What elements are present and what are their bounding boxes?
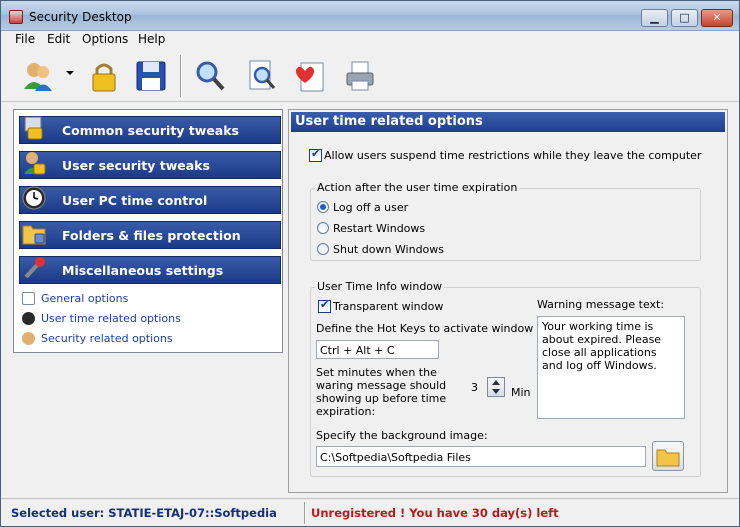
- app-icon: [9, 10, 23, 24]
- radio-log-off[interactable]: [317, 201, 329, 213]
- user-lock-icon: [22, 150, 46, 176]
- minutes-unit: Min: [511, 386, 531, 399]
- options-panel: User time related options Allow users su…: [288, 109, 728, 493]
- browse-button[interactable]: [652, 441, 684, 471]
- heart-document-icon[interactable]: [293, 59, 327, 93]
- folder-icon: [656, 449, 680, 467]
- page-title: User time related options: [295, 114, 483, 129]
- lock-icon[interactable]: [87, 59, 121, 93]
- minutes-stepper[interactable]: [487, 377, 505, 397]
- minutes-value[interactable]: 3: [471, 381, 478, 394]
- lock-icon: [22, 115, 46, 141]
- users-icon[interactable]: [21, 59, 55, 93]
- clock-icon: [22, 185, 46, 211]
- info-window-group: User Time Info window Transparent window…: [310, 280, 701, 477]
- window-title: Security Desktop: [29, 10, 132, 24]
- sidebar-category-user-security[interactable]: User security tweaks: [19, 151, 281, 179]
- status-separator: [304, 502, 306, 524]
- menu-edit[interactable]: Edit: [47, 32, 70, 46]
- users-icon: [22, 332, 35, 345]
- radio-log-off-label: Log off a user: [333, 201, 409, 214]
- sidebar-category-misc[interactable]: Miscellaneous settings: [19, 256, 281, 284]
- chevron-down-icon[interactable]: [66, 71, 74, 75]
- search-document-icon[interactable]: [245, 59, 279, 93]
- allow-suspend-checkbox[interactable]: [309, 147, 322, 162]
- radio-shutdown-label: Shut down Windows: [333, 243, 445, 256]
- wrench-icon: [22, 255, 46, 281]
- search-icon[interactable]: [193, 59, 227, 93]
- warning-textarea[interactable]: Your working time is about expired. Plea…: [537, 316, 685, 419]
- sidebar-category-folders-files[interactable]: Folders & files protection: [19, 221, 281, 249]
- hotkeys-input[interactable]: Ctrl + Alt + C: [316, 340, 439, 359]
- warning-label: Warning message text:: [537, 298, 665, 311]
- app-window: Security Desktop ▁ □ ✕ File Edit Options…: [0, 0, 740, 527]
- radio-shutdown[interactable]: [317, 243, 329, 255]
- title-bar: Security Desktop ▁ □ ✕: [1, 1, 739, 31]
- transparent-label: Transparent window: [333, 300, 444, 313]
- clock-icon: [22, 312, 35, 325]
- close-button[interactable]: ✕: [701, 9, 733, 27]
- allow-suspend-label: Allow users suspend time restrictions wh…: [324, 149, 702, 162]
- transparent-checkbox[interactable]: [318, 298, 331, 313]
- print-icon[interactable]: [343, 59, 377, 93]
- maximize-button[interactable]: □: [671, 9, 698, 27]
- save-icon[interactable]: [134, 59, 168, 93]
- menu-bar: File Edit Options Help: [1, 31, 739, 49]
- radio-restart-label: Restart Windows: [333, 222, 426, 235]
- minimize-button[interactable]: ▁: [641, 9, 668, 27]
- document-icon: [22, 292, 35, 305]
- selected-user-status: Selected user: STATIE-ETAJ-07::Softpedia: [11, 506, 277, 520]
- hotkeys-label: Define the Hot Keys to activate window: [316, 322, 534, 335]
- action-group: Action after the user time expiration Lo…: [310, 181, 701, 261]
- toolbar-separator: [180, 55, 182, 97]
- status-bar: Selected user: STATIE-ETAJ-07::Softpedia…: [1, 498, 739, 526]
- minutes-label-line2: waring message should: [316, 379, 447, 392]
- bg-image-input[interactable]: C:\Softpedia\Softpedia Files: [316, 446, 646, 467]
- radio-restart[interactable]: [317, 222, 329, 234]
- bg-image-label: Specify the background image:: [316, 429, 488, 442]
- info-group-title: User Time Info window: [315, 280, 445, 293]
- action-group-title: Action after the user time expiration: [315, 181, 520, 194]
- sidebar-category-pc-time[interactable]: User PC time control: [19, 186, 281, 214]
- folder-lock-icon: [22, 220, 46, 246]
- panel-header: User time related options: [291, 112, 725, 132]
- minutes-label-line1: Set minutes when the: [316, 366, 437, 379]
- menu-options[interactable]: Options: [82, 32, 128, 46]
- minutes-label-line3: showing up before time: [316, 392, 447, 405]
- sidebar-category-common-security[interactable]: Common security tweaks: [19, 116, 281, 144]
- minutes-label-line4: expiration:: [316, 405, 376, 418]
- sidebar: Common security tweaks User security twe…: [13, 109, 283, 353]
- toolbar: [1, 49, 739, 102]
- registration-status: Unregistered ! You have 30 day(s) left: [311, 506, 559, 520]
- menu-help[interactable]: Help: [138, 32, 165, 46]
- menu-file[interactable]: File: [15, 32, 35, 46]
